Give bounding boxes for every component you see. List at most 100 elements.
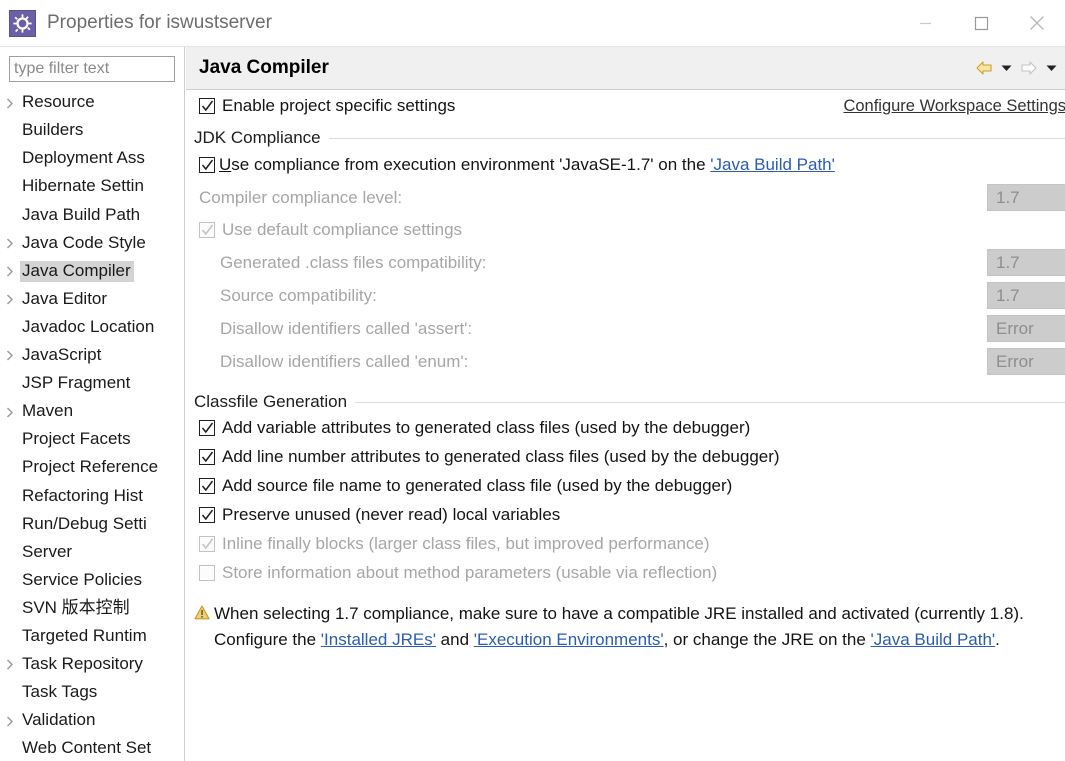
use-compliance-ee-checkbox[interactable] [199,157,215,173]
sidebar-item-javadoc-location[interactable]: Javadoc Location [0,314,184,342]
disallow-enum-dropdown[interactable]: Error [987,348,1065,375]
classfile-option-checkbox[interactable] [199,419,215,436]
disallow-assert-dropdown[interactable]: Error [987,315,1065,342]
minimize-button[interactable] [897,0,953,47]
chevron-right-icon[interactable] [0,294,20,305]
sidebar-item-run-debug-setti[interactable]: Run/Debug Setti [0,510,184,538]
title-bar: Properties for iswustserver [0,0,1065,47]
classfile-option-checkbox[interactable] [199,535,215,552]
chevron-right-icon[interactable] [0,716,20,727]
chevron-right-icon[interactable] [0,238,20,249]
back-arrow-icon[interactable] [972,55,996,81]
compiler-compliance-level-dropdown[interactable]: 1.7 [987,184,1065,211]
sidebar-item-java-build-path[interactable]: Java Build Path [0,201,184,229]
sidebar-item-hibernate-settin[interactable]: Hibernate Settin [0,173,184,201]
sidebar-item-refactoring-hist[interactable]: Refactoring Hist [0,482,184,510]
sidebar-item-maven[interactable]: Maven [0,398,184,426]
jdk-compliance-group-title: JDK Compliance [194,127,1065,149]
close-button[interactable] [1009,0,1065,47]
maximize-button[interactable] [953,0,1009,47]
sidebar-item-svn-版本控制[interactable]: SVN 版本控制 [0,595,184,623]
classfile-option-checkbox[interactable] [199,564,215,581]
sidebar-item-java-compiler[interactable]: Java Compiler [0,258,184,286]
group-divider [355,401,1065,403]
execution-environments-link[interactable]: 'Execution Environments' [474,630,664,649]
source-compat-value: 1.7 [996,285,1020,305]
sidebar-item-label: Javadoc Location [22,316,155,336]
sidebar-item-label: Task Repository [22,654,143,674]
window-controls [897,0,1065,47]
sidebar-item-label: JSP Fragment [22,373,131,393]
classfile-option-row[interactable]: Add source file name to generated class … [199,471,1065,500]
chevron-right-icon[interactable] [0,98,20,109]
jdk-compliance-title-text: JDK Compliance [194,128,321,147]
classfile-option-checkbox[interactable] [199,506,215,523]
generated-class-compat-dropdown[interactable]: 1.7 [987,249,1065,276]
sidebar-item-label: Web Content Set [22,738,152,758]
sidebar-item-task-tags[interactable]: Task Tags [0,679,184,707]
classfile-option-label: Preserve unused (never read) local varia… [222,504,561,524]
warning-triangle-icon [194,601,214,652]
use-default-compliance-row: Use default compliance settings [199,214,1065,246]
sidebar-item-service-policies[interactable]: Service Policies [0,567,184,595]
sidebar-item-label: Builders [22,120,84,140]
filter-input[interactable] [9,56,175,82]
enable-project-specific-row[interactable]: Enable project specific settings Configu… [186,90,1065,121]
back-history-chevron-down-icon[interactable] [998,55,1015,81]
sidebar-item-label: Server [22,541,73,561]
configure-workspace-settings-link[interactable]: Configure Workspace Settings [843,97,1065,116]
sidebar-item-label: Service Policies [22,569,142,589]
sidebar-item-label: Java Compiler [20,260,134,283]
sidebar-item-java-code-style[interactable]: Java Code Style [0,229,184,257]
sidebar-item-label: Run/Debug Setti [22,513,147,533]
chevron-right-icon[interactable] [0,407,20,418]
sidebar-item-project-reference[interactable]: Project Reference [0,454,184,482]
sidebar-item-java-editor[interactable]: Java Editor [0,286,184,314]
window-title: Properties for iswustserver [47,12,272,33]
source-compat-row: Source compatibility: 1.7 [199,279,1065,312]
enable-project-specific-checkbox[interactable] [199,97,215,114]
sidebar-item-server[interactable]: Server [0,539,184,567]
chevron-right-icon[interactable] [0,266,20,277]
sidebar-item-web-content-set[interactable]: Web Content Set [0,735,184,761]
chevron-right-icon[interactable] [0,350,20,361]
sidebar-item-targeted-runtim[interactable]: Targeted Runtim [0,623,184,651]
sidebar-item-builders[interactable]: Builders [0,117,184,145]
classfile-generation-title-text: Classfile Generation [194,392,348,411]
forward-history-chevron-down-icon[interactable] [1043,55,1060,81]
classfile-generation-group: Classfile Generation Add variable attrib… [194,391,1065,587]
sidebar-item-deployment-ass[interactable]: Deployment Ass [0,145,184,173]
sidebar-item-project-facets[interactable]: Project Facets [0,426,184,454]
sidebar-item-task-repository[interactable]: Task Repository [0,651,184,679]
sidebar-item-label: Targeted Runtim [22,625,147,645]
source-compat-label: Source compatibility: [220,285,377,305]
page-title: Java Compiler [199,57,329,78]
sidebar-item-resource[interactable]: Resource [0,89,184,117]
java-build-path-link[interactable]: 'Java Build Path' [710,155,835,174]
classfile-option-label: Store information about method parameter… [222,562,718,582]
settings-tree: Resource Builders Deployment Ass Hibernate … [0,89,184,761]
use-compliance-ee-row[interactable]: Use compliance from execution environmen… [199,149,1065,181]
classfile-option-label: Inline finally blocks (larger class file… [222,533,710,553]
installed-jres-link[interactable]: 'Installed JREs' [321,630,436,649]
classfile-option-row[interactable]: Add variable attributes to generated cla… [199,413,1065,442]
group-divider [328,137,1065,139]
classfile-option-row[interactable]: Preserve unused (never read) local varia… [199,500,1065,529]
sidebar-item-javascript[interactable]: JavaScript [0,342,184,370]
disallow-assert-label: Disallow identifiers called 'assert': [220,318,473,338]
sidebar-item-label: Validation [22,710,96,730]
classfile-option-row[interactable]: Add line number attributes to generated … [199,442,1065,471]
classfile-option-checkbox[interactable] [199,448,215,465]
java-build-path-link[interactable]: 'Java Build Path' [871,630,996,649]
use-default-compliance-checkbox[interactable] [199,222,215,238]
sidebar-item-validation[interactable]: Validation [0,707,184,735]
chevron-right-icon[interactable] [0,659,20,670]
sidebar-item-jsp-fragment[interactable]: JSP Fragment [0,370,184,398]
panel-body: Enable project specific settings Configu… [186,90,1065,760]
classfile-option-checkbox[interactable] [199,477,215,494]
use-default-compliance-label: Use default compliance settings [222,220,463,239]
forward-arrow-icon[interactable] [1017,55,1041,81]
source-compat-dropdown[interactable]: 1.7 [987,282,1065,309]
disallow-enum-value: Error [996,351,1034,371]
generated-class-compat-value: 1.7 [996,252,1020,272]
